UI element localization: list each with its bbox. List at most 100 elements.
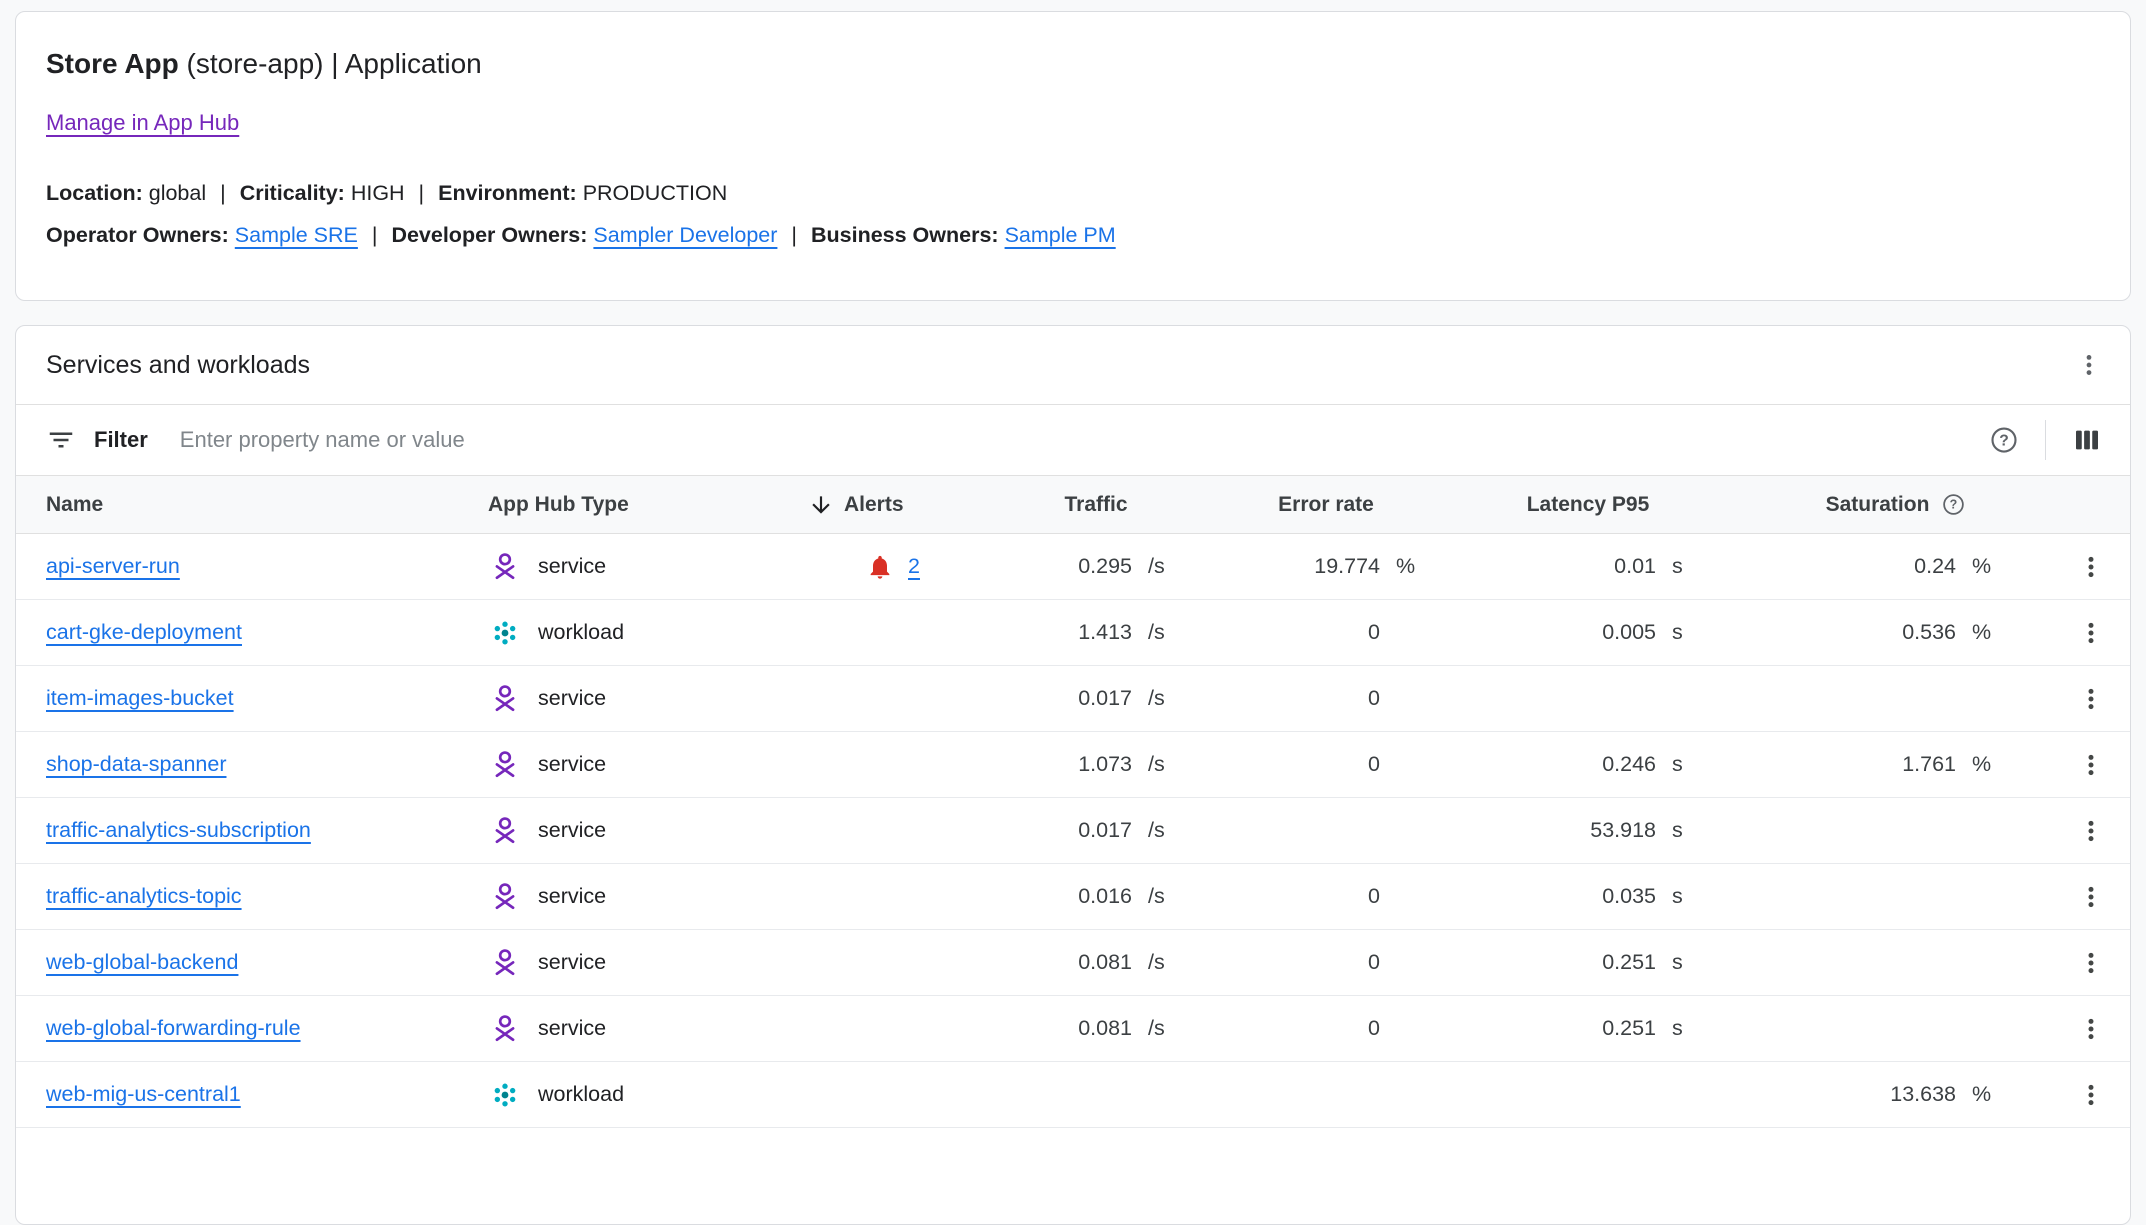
latency-unit: s xyxy=(1656,950,1700,975)
row-menu-button[interactable] xyxy=(2072,548,2110,586)
svg-text:?: ? xyxy=(1950,498,1958,512)
row-menu-cell xyxy=(2026,1010,2130,1048)
latency-value: 0.251 xyxy=(1602,950,1656,975)
row-menu-button[interactable] xyxy=(2072,614,2110,652)
row-saturation-cell: 13.638 % xyxy=(1726,1082,2026,1107)
panel-menu-button[interactable] xyxy=(2070,346,2108,384)
table-body: api-server-run servic xyxy=(16,534,2130,1128)
environment-value: PRODUCTION xyxy=(583,181,728,205)
row-menu-button[interactable] xyxy=(2072,1076,2110,1114)
manage-in-app-hub-link[interactable]: Manage in App Hub xyxy=(46,110,239,136)
row-error-rate-cell: 0 xyxy=(1202,686,1450,711)
operator-owner-link[interactable]: Sample SRE xyxy=(235,223,358,247)
column-header-alerts[interactable]: Alerts xyxy=(780,492,990,518)
separator: | xyxy=(419,181,425,205)
latency-unit: s xyxy=(1656,884,1700,909)
latency-value: 0.01 xyxy=(1614,554,1656,579)
services-workloads-card: Services and workloads Filter ? Name App… xyxy=(15,325,2131,1225)
traffic-value: 1.413 xyxy=(1078,620,1132,645)
traffic-unit: /s xyxy=(1132,554,1176,579)
saturation-header-label: Saturation xyxy=(1826,493,1930,517)
row-name-link[interactable]: item-images-bucket xyxy=(46,686,234,710)
saturation-unit: % xyxy=(1956,752,2000,777)
filter-input[interactable] xyxy=(178,426,1985,454)
panel-header: Services and workloads xyxy=(16,326,2130,404)
row-traffic-cell: 0.081 /s xyxy=(990,1016,1202,1041)
business-owner-link[interactable]: Sample PM xyxy=(1005,223,1116,247)
row-name-link[interactable]: cart-gke-deployment xyxy=(46,620,242,644)
error-rate-value: 0 xyxy=(1368,950,1380,975)
row-name-link[interactable]: shop-data-spanner xyxy=(46,752,226,776)
row-name-cell: traffic-analytics-subscription xyxy=(16,818,462,843)
row-error-rate-cell: 0 xyxy=(1202,752,1450,777)
app-metadata-line-2: Operator Owners: Sample SRE | Developer … xyxy=(46,214,2100,256)
row-menu-button[interactable] xyxy=(2072,680,2110,718)
filter-help-button[interactable]: ? xyxy=(1985,421,2023,459)
traffic-unit: /s xyxy=(1132,752,1176,777)
row-name-link[interactable]: traffic-analytics-subscription xyxy=(46,818,311,842)
saturation-unit: % xyxy=(1956,620,2000,645)
column-header-saturation[interactable]: Saturation ? xyxy=(1726,492,2026,517)
row-error-rate-cell: 0 xyxy=(1202,620,1450,645)
row-name-cell: web-mig-us-central1 xyxy=(16,1082,462,1107)
table-row: traffic-analytics-topic xyxy=(16,864,2130,930)
row-latency-cell: 0.246 s xyxy=(1450,752,1726,777)
table-row: api-server-run servic xyxy=(16,534,2130,600)
location-label: Location: xyxy=(46,181,143,205)
row-menu-button[interactable] xyxy=(2072,812,2110,850)
row-saturation-cell: 0.24 % xyxy=(1726,554,2026,579)
latency-unit: s xyxy=(1656,554,1700,579)
saturation-unit: % xyxy=(1956,1082,2000,1107)
service-icon xyxy=(488,814,522,848)
row-menu-cell xyxy=(2026,1076,2130,1114)
column-header-traffic[interactable]: Traffic xyxy=(990,493,1202,517)
row-name-link[interactable]: traffic-analytics-topic xyxy=(46,884,242,908)
workload-icon xyxy=(488,1078,522,1112)
column-display-options-button[interactable] xyxy=(2068,421,2106,459)
row-type-label: workload xyxy=(538,1082,624,1107)
error-rate-value: 0 xyxy=(1368,620,1380,645)
row-menu-cell xyxy=(2026,614,2130,652)
row-error-rate-cell: 0 xyxy=(1202,884,1450,909)
latency-value: 53.918 xyxy=(1590,818,1656,843)
traffic-value: 0.081 xyxy=(1078,950,1132,975)
row-name-link[interactable]: web-mig-us-central1 xyxy=(46,1082,241,1106)
row-name-link[interactable]: api-server-run xyxy=(46,554,180,578)
row-menu-cell xyxy=(2026,548,2130,586)
row-latency-cell: 0.005 s xyxy=(1450,620,1726,645)
row-type-cell: workload xyxy=(462,616,780,650)
row-error-rate-cell: 0 xyxy=(1202,950,1450,975)
row-type-label: workload xyxy=(538,620,624,645)
row-type-label: service xyxy=(538,752,606,777)
row-menu-button[interactable] xyxy=(2072,878,2110,916)
row-name-link[interactable]: web-global-forwarding-rule xyxy=(46,1016,301,1040)
location-value: global xyxy=(149,181,206,205)
criticality-label: Criticality: xyxy=(240,181,345,205)
app-metadata-line-1: Location: global | Criticality: HIGH | E… xyxy=(46,172,2100,214)
row-name-link[interactable]: web-global-backend xyxy=(46,950,238,974)
latency-unit: s xyxy=(1656,818,1700,843)
row-menu-button[interactable] xyxy=(2072,944,2110,982)
row-menu-button[interactable] xyxy=(2072,1010,2110,1048)
column-header-error-rate[interactable]: Error rate xyxy=(1202,493,1450,517)
separator: | xyxy=(372,223,378,247)
developer-owner-link[interactable]: Sampler Developer xyxy=(593,223,777,247)
alert-count-link[interactable]: 2 xyxy=(908,554,920,579)
traffic-value: 0.017 xyxy=(1078,686,1132,711)
column-header-app-hub-type[interactable]: App Hub Type xyxy=(462,493,780,517)
row-traffic-cell: 1.413 /s xyxy=(990,620,1202,645)
row-type-label: service xyxy=(538,818,606,843)
row-menu-button[interactable] xyxy=(2072,746,2110,784)
column-header-name[interactable]: Name xyxy=(16,493,462,517)
saturation-help-icon[interactable]: ? xyxy=(1941,492,1966,517)
row-type-cell: service xyxy=(462,946,780,980)
filter-icon xyxy=(46,425,76,455)
error-rate-value: 0 xyxy=(1368,1016,1380,1041)
row-traffic-cell: 0.017 /s xyxy=(990,686,1202,711)
workload-icon xyxy=(488,616,522,650)
filter-label: Filter xyxy=(94,427,148,453)
service-icon xyxy=(488,946,522,980)
column-header-latency-p95[interactable]: Latency P95 xyxy=(1450,493,1726,517)
row-type-cell: service xyxy=(462,550,780,584)
alert-bell-icon xyxy=(866,553,894,581)
